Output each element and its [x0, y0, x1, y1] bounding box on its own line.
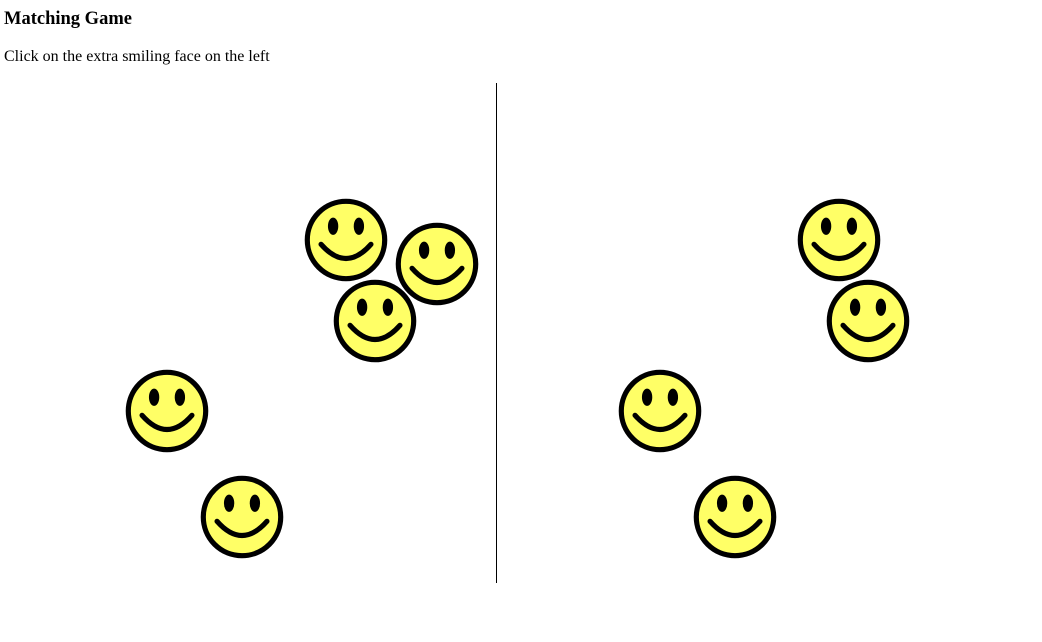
smiling-face-icon[interactable] — [332, 278, 418, 364]
smiling-face-icon[interactable] — [303, 197, 389, 283]
game-board — [0, 83, 1000, 583]
smiling-face-icon — [617, 368, 703, 454]
right-panel — [496, 83, 993, 583]
smiling-face-icon — [825, 278, 911, 364]
instruction-text: Click on the extra smiling face on the l… — [4, 48, 270, 65]
smiling-face-icon[interactable] — [124, 368, 210, 454]
smiling-face-icon[interactable] — [199, 474, 285, 560]
smiling-face-icon — [796, 197, 882, 283]
smiling-face-icon — [692, 474, 778, 560]
left-panel — [0, 83, 496, 583]
page-title: Matching Game — [4, 9, 132, 29]
